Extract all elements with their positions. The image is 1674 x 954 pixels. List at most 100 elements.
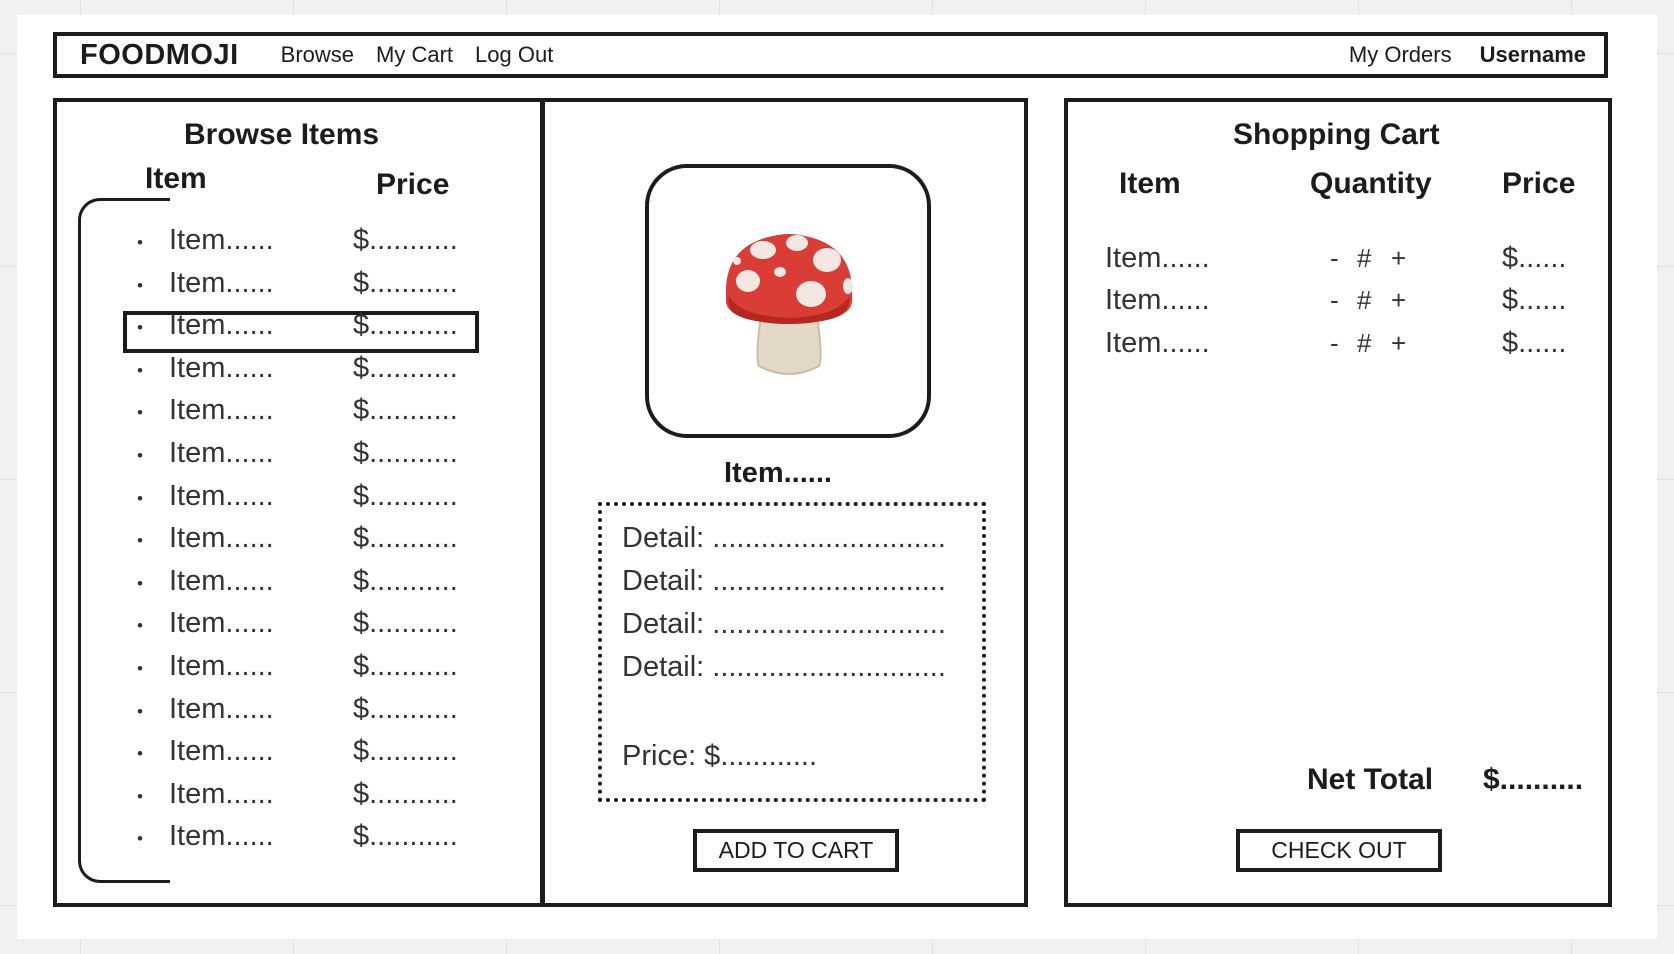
browse-item-row[interactable]: • Item...... $........... bbox=[132, 607, 472, 650]
bullet-icon: • bbox=[137, 445, 143, 465]
nav-log-out-link[interactable]: Log Out bbox=[475, 42, 553, 68]
item-image-frame bbox=[645, 164, 931, 438]
quantity-value: # bbox=[1357, 328, 1372, 358]
browse-item-price: $........... bbox=[353, 436, 458, 469]
cart-item-name: Item...... bbox=[1105, 242, 1210, 274]
bullet-icon: • bbox=[137, 573, 143, 593]
bullet-icon: • bbox=[137, 360, 143, 380]
bullet-icon: • bbox=[137, 829, 143, 849]
bullet-icon: • bbox=[137, 488, 143, 508]
browse-item-price: $........... bbox=[353, 479, 458, 512]
cart-col-quantity: Quantity bbox=[1310, 167, 1432, 200]
top-nav: FOODMOJI Browse My Cart Log Out My Order… bbox=[53, 32, 1608, 78]
quantity-increment-button[interactable]: + bbox=[1391, 285, 1406, 316]
browse-item-price: $........... bbox=[353, 777, 458, 810]
cart-item-price: $...... bbox=[1502, 242, 1567, 274]
bullet-icon: • bbox=[137, 531, 143, 551]
brand-logo[interactable]: FOODMOJI bbox=[80, 39, 239, 72]
browse-item-price: $........... bbox=[353, 649, 458, 682]
browse-item-row[interactable]: • Item...... $........... bbox=[132, 693, 472, 736]
bullet-icon: • bbox=[137, 233, 143, 252]
browse-item-name: Item...... bbox=[169, 649, 274, 682]
browse-item-price: $........... bbox=[353, 351, 458, 384]
bullet-icon: • bbox=[137, 616, 143, 636]
browse-item-name: Item...... bbox=[169, 394, 274, 427]
browse-item-name: Item...... bbox=[169, 224, 274, 256]
browse-item-price: $........... bbox=[353, 820, 458, 853]
cart-item-price: $...... bbox=[1502, 327, 1567, 359]
net-total-value: $.......... bbox=[1483, 763, 1584, 796]
net-total-label: Net Total bbox=[1307, 763, 1434, 796]
browse-item-name: Item...... bbox=[169, 820, 274, 853]
check-out-button[interactable]: CHECK OUT bbox=[1236, 829, 1442, 872]
mushroom-icon bbox=[725, 234, 853, 375]
browse-item-price: $........... bbox=[353, 692, 458, 725]
detail-line: Detail: ............................. bbox=[622, 608, 946, 640]
bullet-icon: • bbox=[137, 658, 143, 678]
nav-username[interactable]: Username bbox=[1480, 42, 1586, 68]
cart-title: Shopping Cart bbox=[1233, 118, 1440, 151]
quantity-increment-button[interactable]: + bbox=[1391, 328, 1406, 359]
browse-item-row[interactable]: • Item...... $........... bbox=[132, 224, 472, 267]
browse-item-price: $........... bbox=[353, 564, 458, 597]
browse-item-row[interactable]: • Item...... $........... bbox=[132, 778, 472, 821]
browse-item-name: Item...... bbox=[169, 607, 274, 640]
quantity-value: # bbox=[1357, 285, 1372, 315]
browse-item-row[interactable]: • Item...... $........... bbox=[132, 309, 472, 352]
nav-my-orders-link[interactable]: My Orders bbox=[1349, 42, 1452, 68]
browse-item-price: $........... bbox=[353, 224, 458, 256]
cart-col-item: Item bbox=[1119, 167, 1181, 200]
bullet-icon: • bbox=[137, 786, 143, 806]
browse-item-name: Item...... bbox=[169, 351, 274, 384]
cart-item-name: Item...... bbox=[1105, 284, 1210, 316]
bullet-icon: • bbox=[137, 701, 143, 721]
browse-item-name: Item...... bbox=[169, 309, 274, 342]
browse-item-list: • Item...... $........... • Item...... $.....… bbox=[132, 224, 472, 863]
cart-col-price: Price bbox=[1502, 167, 1576, 200]
browse-item-row[interactable]: • Item...... $........... bbox=[132, 820, 472, 863]
browse-item-price: $........... bbox=[353, 309, 458, 342]
nav-browse-link[interactable]: Browse bbox=[281, 42, 354, 68]
add-to-cart-button[interactable]: ADD TO CART bbox=[693, 829, 899, 872]
bullet-icon: • bbox=[137, 403, 143, 423]
browse-item-row[interactable]: • Item...... $........... bbox=[132, 394, 472, 437]
quantity-decrement-button[interactable]: - bbox=[1330, 285, 1339, 316]
browse-item-name: Item...... bbox=[169, 777, 274, 810]
browse-item-row[interactable]: • Item...... $........... bbox=[132, 650, 472, 693]
selected-item-name: Item...... bbox=[724, 457, 832, 489]
browse-item-price: $........... bbox=[353, 607, 458, 640]
browse-item-row[interactable]: • Item...... $........... bbox=[132, 522, 472, 565]
browse-title: Browse Items bbox=[184, 118, 380, 151]
detail-line: Detail: ............................. bbox=[622, 565, 946, 597]
browse-item-row[interactable]: • Item...... $........... bbox=[132, 735, 472, 778]
cart-item-price: $...... bbox=[1502, 284, 1567, 316]
browse-item-row[interactable]: • Item...... $........... bbox=[132, 267, 472, 310]
browse-item-price: $........... bbox=[353, 394, 458, 427]
browse-item-name: Item...... bbox=[169, 692, 274, 725]
detail-line: Detail: ............................. bbox=[622, 651, 946, 683]
browse-col-price: Price bbox=[376, 168, 450, 201]
browse-item-row[interactable]: • Item...... $........... bbox=[132, 565, 472, 608]
detail-line: Detail: ............................. bbox=[622, 522, 946, 554]
browse-item-name: Item...... bbox=[169, 735, 274, 768]
detail-price: Price: $............ bbox=[622, 740, 817, 772]
cart-item-name: Item...... bbox=[1105, 327, 1210, 359]
browse-item-price: $........... bbox=[353, 522, 458, 555]
quantity-decrement-button[interactable]: - bbox=[1330, 243, 1339, 274]
browse-item-row[interactable]: • Item...... $........... bbox=[132, 480, 472, 523]
quantity-decrement-button[interactable]: - bbox=[1330, 328, 1339, 359]
browse-item-price: $........... bbox=[353, 735, 458, 768]
bullet-icon: • bbox=[137, 275, 143, 295]
browse-item-name: Item...... bbox=[169, 436, 274, 469]
browse-item-row[interactable]: • Item...... $........... bbox=[132, 352, 472, 395]
browse-item-row[interactable]: • Item...... $........... bbox=[132, 437, 472, 480]
quantity-value: # bbox=[1357, 243, 1372, 273]
browse-item-name: Item...... bbox=[169, 564, 274, 597]
bullet-icon: • bbox=[137, 744, 143, 764]
quantity-increment-button[interactable]: + bbox=[1391, 243, 1406, 274]
browse-item-price: $........... bbox=[353, 266, 458, 299]
browse-col-item: Item bbox=[145, 162, 207, 195]
browse-item-name: Item...... bbox=[169, 266, 274, 299]
browse-item-name: Item...... bbox=[169, 479, 274, 512]
nav-my-cart-link[interactable]: My Cart bbox=[376, 42, 453, 68]
